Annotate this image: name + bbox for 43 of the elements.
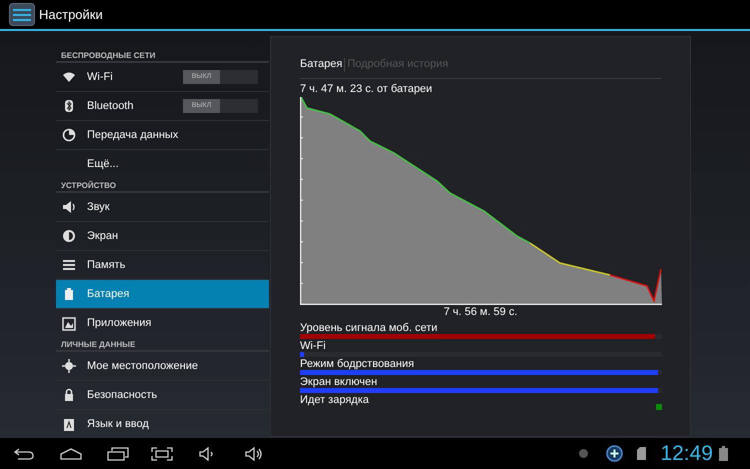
battery-icon — [62, 287, 76, 301]
location-target-icon — [62, 359, 76, 373]
storage-icon — [62, 258, 76, 272]
timeline-label: Wi-Fi — [300, 340, 326, 352]
keyboard-letter-icon — [62, 418, 76, 432]
lock-icon — [62, 388, 76, 402]
speaker-icon — [62, 200, 76, 214]
wifi-icon — [62, 70, 76, 84]
graph-title: 7 ч. 47 м. 23 с. от батареи — [300, 82, 434, 96]
volume-up-icon[interactable] — [245, 446, 263, 460]
timeline-label: Идет зарядка — [300, 394, 369, 406]
settings-item[interactable]: Приложения — [56, 309, 269, 338]
graph-duration: 7 ч. 56 м. 59 с. — [442, 306, 518, 319]
app-title: Настройки — [39, 6, 103, 24]
settings-item[interactable]: Звук — [56, 193, 269, 222]
timeline-label: Уровень сигнала моб. сети — [300, 322, 438, 334]
settings-item[interactable]: Экран — [56, 222, 269, 251]
screenshot-icon[interactable] — [151, 446, 173, 460]
battery-icon — [719, 446, 728, 461]
timeline-label: Экран включен — [300, 376, 378, 388]
settings-item[interactable]: Безопасность — [56, 381, 269, 410]
home-icon[interactable] — [60, 448, 82, 460]
recent-apps-icon[interactable] — [107, 446, 129, 460]
back-icon[interactable] — [14, 448, 34, 460]
settings-item[interactable]: Передача данных — [56, 121, 269, 150]
volume-down-icon[interactable] — [199, 446, 215, 460]
data-usage-icon — [62, 128, 76, 142]
bluetooth-icon — [62, 99, 76, 113]
brightness-icon — [62, 229, 76, 243]
plus-circle-icon — [606, 445, 624, 462]
section-header: ЛИЧНЫЕ ДАННЫЕ — [56, 338, 269, 352]
settings-item[interactable]: Ещё... — [56, 150, 269, 179]
settings-item[interactable]: Язык и ввод — [56, 410, 269, 438]
settings-item[interactable]: Батарея — [56, 280, 269, 309]
apps-icon — [62, 316, 76, 330]
settings-app-icon[interactable] — [9, 3, 35, 26]
sd-card-icon — [637, 447, 646, 460]
section-header: БЕСПРОВОДНЫЕ СЕТИ — [56, 49, 269, 63]
settings-item[interactable]: Мое местоположение — [56, 352, 269, 381]
tab[interactable]: Батарея — [300, 56, 342, 73]
section-header: УСТРОЙСТВО — [56, 179, 269, 193]
clock: 12:49 — [660, 440, 713, 467]
timeline-label: Режим бодрствования — [300, 358, 414, 370]
